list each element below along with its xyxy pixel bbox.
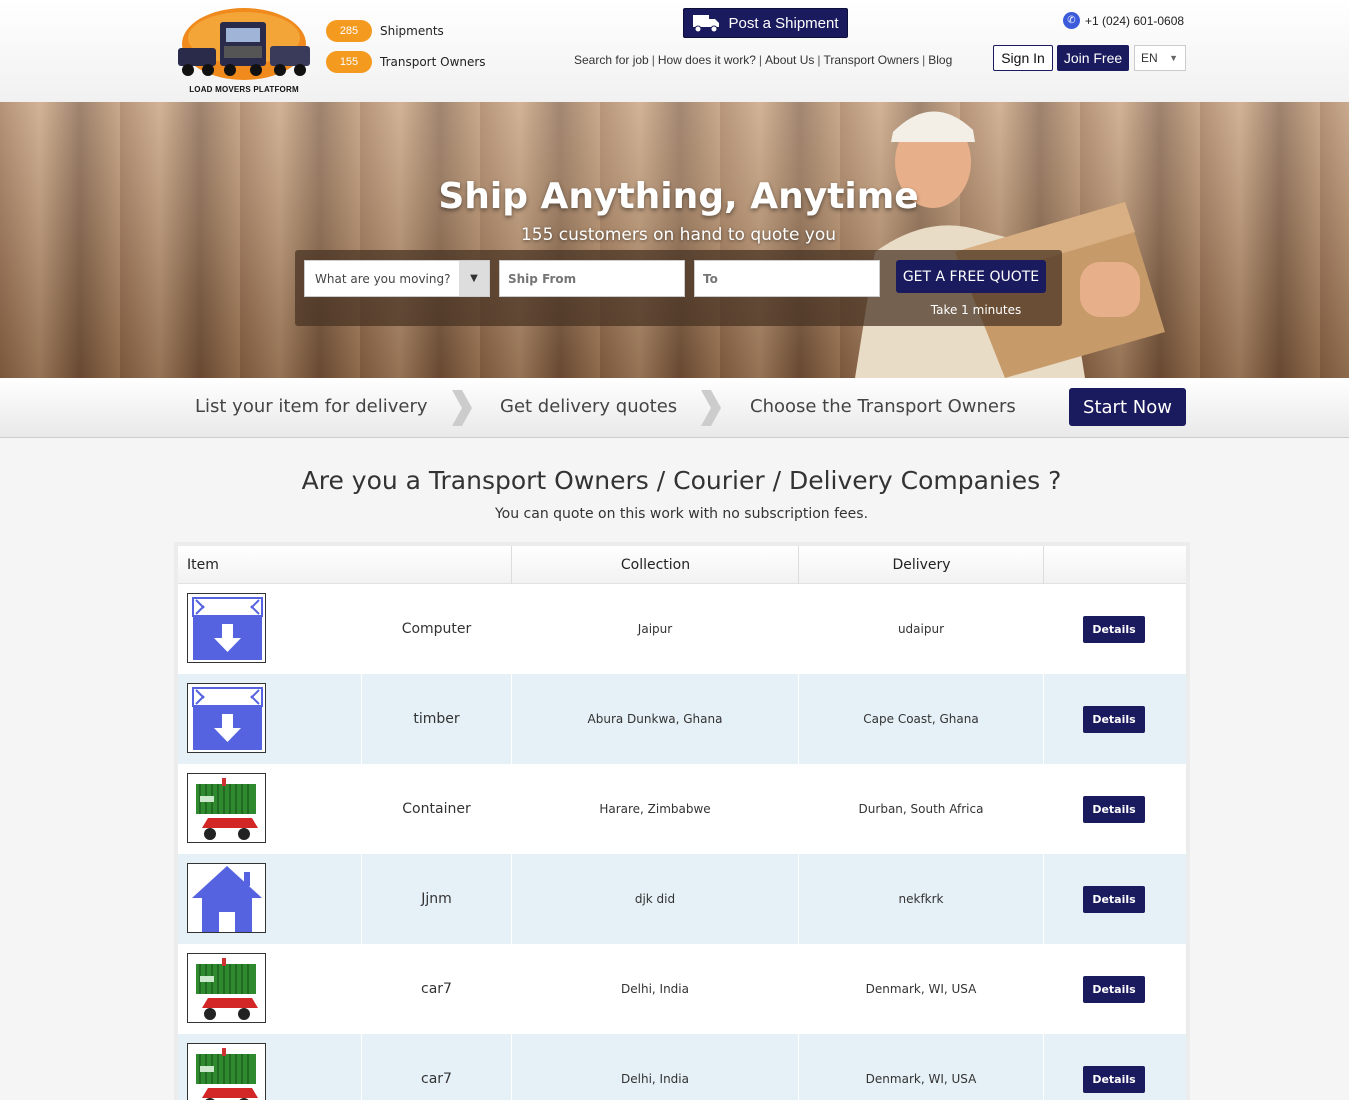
post-shipment-label: Post a Shipment	[728, 14, 839, 32]
get-free-quote-button[interactable]: GET A FREE QUOTE	[896, 260, 1046, 293]
details-button[interactable]: Details	[1083, 616, 1145, 643]
logo-text: LOAD MOVERS PLATFORM	[189, 85, 299, 94]
collection-location: djk did	[634, 892, 676, 906]
top-nav: Search for job | How does it work? | About…	[574, 53, 953, 67]
container-icon[interactable]	[187, 773, 266, 843]
post-shipment-button[interactable]: Post a Shipment	[683, 8, 848, 38]
box-down-icon[interactable]	[187, 683, 266, 753]
collection-location: Jaipur	[637, 622, 673, 636]
house-icon[interactable]	[187, 863, 266, 933]
table-row: car7 Delhi, India Denmark, WI, USA Details	[178, 1034, 1186, 1100]
delivery-location: Denmark, WI, USA	[865, 982, 977, 996]
chevron-right-icon	[701, 390, 721, 426]
hero-title: Ship Anything, Anytime	[438, 176, 919, 217]
language-select[interactable]: EN ▼	[1134, 45, 1186, 71]
delivery-location: nekfkrk	[898, 892, 944, 906]
collection-location: Abura Dunkwa, Ghana	[587, 712, 723, 726]
details-button[interactable]: Details	[1083, 796, 1145, 823]
shipments-label: Shipments	[380, 24, 444, 38]
table-row: Jjnm djk did nekfkrk Details	[178, 854, 1186, 944]
details-button[interactable]: Details	[1083, 886, 1145, 913]
chevron-down-icon: ▼	[459, 261, 489, 296]
delivery-location: udaipur	[897, 622, 945, 636]
transport-owners-count: 155	[326, 51, 372, 73]
table-row: timber Abura Dunkwa, Ghana Cape Coast, Gha…	[178, 674, 1186, 764]
phone-number: +1 (024) 601-0608	[1085, 13, 1185, 28]
delivery-location: Cape Coast, Ghana	[863, 712, 979, 726]
hero-banner: Ship Anything, Anytime 155 customers on …	[0, 102, 1349, 378]
container-icon[interactable]	[187, 1043, 266, 1100]
chevron-right-icon	[452, 390, 472, 426]
phone-icon: ✆	[1063, 12, 1080, 29]
nav-search-job[interactable]: Search for job	[574, 53, 649, 67]
item-name: car7	[421, 1071, 452, 1087]
delivery-location: Denmark, WI, USA	[865, 1072, 977, 1086]
table-header: Item Collection Delivery	[178, 546, 1186, 584]
section-title: Are you a Transport Owners / Courier / D…	[301, 466, 1062, 495]
item-type-placeholder: What are you moving?	[315, 271, 451, 286]
details-button[interactable]: Details	[1083, 1066, 1145, 1093]
item-name: timber	[413, 711, 460, 727]
step-list-item: List your item for delivery	[195, 396, 428, 417]
chevron-down-icon: ▼	[1169, 53, 1178, 63]
table-row: car7 Delhi, India Denmark, WI, USA Details	[178, 944, 1186, 1034]
site-header: LOAD MOVERS PLATFORM 285 Shipments 155 T…	[0, 0, 1349, 102]
step-choose-owner: Choose the Transport Owners	[750, 396, 1016, 417]
nav-how-it-works[interactable]: How does it work?	[658, 53, 756, 67]
shipments-stat: 285 Shipments	[326, 20, 444, 42]
header-item: Item	[187, 557, 219, 573]
details-button[interactable]: Details	[1083, 976, 1145, 1003]
sign-in-button[interactable]: Sign In	[993, 45, 1053, 71]
nav-blog[interactable]: Blog	[928, 53, 952, 67]
transport-owners-stat: 155 Transport Owners	[326, 51, 486, 73]
details-button[interactable]: Details	[1083, 706, 1145, 733]
language-value: EN	[1141, 51, 1158, 65]
step-get-quotes: Get delivery quotes	[500, 396, 678, 417]
collection-location: Delhi, India	[621, 982, 689, 996]
quote-form: What are you moving? ▼ GET A FREE QUOTE …	[295, 250, 1062, 326]
join-free-button[interactable]: Join Free	[1057, 45, 1129, 71]
nav-transport-owners[interactable]: Transport Owners	[824, 53, 920, 67]
quote-time-note: Take 1 minutes	[930, 303, 1022, 317]
ship-from-input[interactable]	[499, 260, 685, 297]
item-type-select[interactable]: What are you moving? ▼	[304, 260, 490, 297]
truck-icon	[693, 15, 720, 33]
steps-bar: List your item for delivery Get delivery…	[0, 378, 1349, 438]
collection-location: Delhi, India	[621, 1072, 689, 1086]
nav-about-us[interactable]: About Us	[765, 53, 814, 67]
box-down-icon[interactable]	[187, 593, 266, 663]
ship-to-input[interactable]	[694, 260, 880, 297]
table-row: Container Harare, Zimbabwe Durban, South A…	[178, 764, 1186, 854]
start-now-button[interactable]: Start Now	[1069, 388, 1186, 426]
item-name: car7	[421, 981, 452, 997]
container-icon[interactable]	[187, 953, 266, 1023]
header-collection: Collection	[620, 557, 691, 573]
transport-owners-label: Transport Owners	[380, 55, 486, 69]
shipments-count: 285	[326, 20, 372, 42]
collection-location: Harare, Zimbabwe	[599, 802, 711, 816]
item-name: Computer	[401, 621, 472, 637]
item-name: Jjnm	[421, 891, 452, 907]
item-name: Container	[402, 801, 471, 817]
table-row: Computer Jaipur udaipur Details	[178, 584, 1186, 674]
shipments-table: Item Collection Delivery Computer Jaipur u…	[174, 542, 1190, 1100]
header-delivery: Delivery	[892, 557, 951, 573]
phone-contact[interactable]: ✆ +1 (024) 601-0608	[1063, 12, 1184, 29]
logo[interactable]: LOAD MOVERS PLATFORM	[170, 8, 318, 94]
section-subtitle: You can quote on this work with no subsc…	[494, 506, 869, 522]
delivery-location: Durban, South Africa	[858, 802, 984, 816]
hero-subtitle: 155 customers on hand to quote you	[520, 225, 837, 245]
